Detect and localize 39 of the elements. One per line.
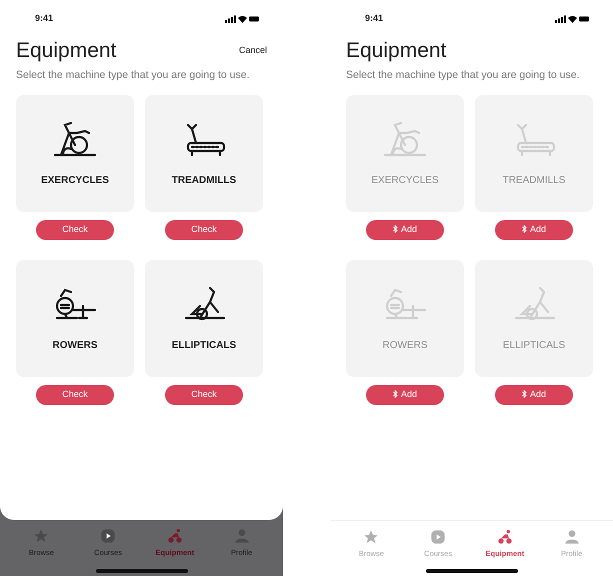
machine-name: EXERCYCLES xyxy=(371,174,439,188)
machine-name: EXERCYCLES xyxy=(41,174,109,188)
machine-card[interactable]: TREADMILLS xyxy=(145,95,263,212)
check-button[interactable]: Check xyxy=(165,385,243,405)
machine-card[interactable]: ROWERS xyxy=(16,260,134,377)
star-icon xyxy=(363,529,380,545)
machine-name: ROWERS xyxy=(52,339,98,353)
check-button[interactable]: Check xyxy=(36,220,114,240)
exercise-bike-icon xyxy=(381,119,429,159)
play-icon xyxy=(100,528,116,544)
machine-name: ELLIPTICALS xyxy=(172,339,236,353)
cyclist-icon xyxy=(166,528,183,544)
status-icons xyxy=(225,15,259,23)
bluetooth-icon xyxy=(392,225,398,234)
instruction-text: Select the machine type that you are going to use. xyxy=(16,68,250,82)
page-title: Equipment xyxy=(16,38,116,64)
status-time: 9:41 xyxy=(35,12,54,26)
play-icon xyxy=(430,529,446,545)
bluetooth-icon xyxy=(522,390,527,398)
cancel-link[interactable]: Cancel xyxy=(238,44,267,58)
instruction-text: Select the machine type that you are going to use. xyxy=(346,68,580,82)
machine-card[interactable]: EXERCYCLES xyxy=(16,95,134,212)
bluetooth-icon xyxy=(522,225,527,234)
status-icons xyxy=(555,15,589,23)
machine-name: TREADMILLS xyxy=(502,174,566,188)
exercise-bike-icon xyxy=(51,119,99,159)
check-button[interactable]: Check xyxy=(36,385,114,405)
machine-name: ROWERS xyxy=(382,339,428,353)
machine-name: TREADMILLS xyxy=(172,174,236,188)
status-time: 9:41 xyxy=(365,12,384,26)
machine-card[interactable]: ELLIPTICALS xyxy=(145,260,263,377)
person-icon xyxy=(564,529,580,545)
machine-name: ELLIPTICALS xyxy=(502,339,566,353)
person-icon xyxy=(234,528,250,544)
check-button[interactable]: Check xyxy=(165,220,243,240)
star-icon xyxy=(33,528,50,544)
cyclist-icon xyxy=(496,529,513,545)
bluetooth-icon xyxy=(392,390,398,398)
page-title: Equipment xyxy=(346,38,446,64)
